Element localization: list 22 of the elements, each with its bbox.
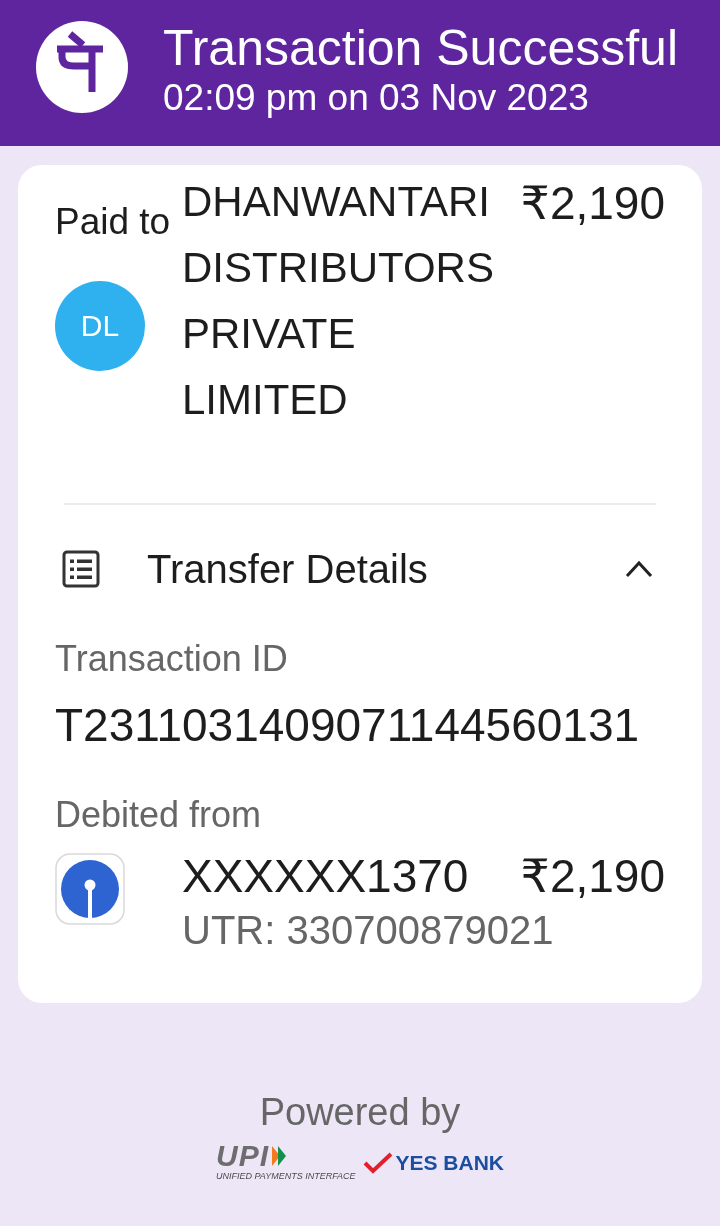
transaction-id: T2311031409071144560131 (55, 698, 641, 753)
chevron-up-icon[interactable] (625, 560, 653, 578)
transaction-time: 02:09 pm on 03 Nov 2023 (163, 76, 590, 120)
upi-wordmark: UPI (215, 1143, 269, 1169)
powered-by-label: Powered by (259, 1090, 461, 1135)
logo-icon (36, 21, 128, 113)
account-number: XXXXXX1370 (182, 849, 469, 904)
tick-icon (363, 1151, 394, 1174)
arrow-icon (271, 1145, 287, 1167)
amount: ₹2,190 (520, 849, 665, 904)
upi-tagline: UNIFIED PAYMENTS INTERFACE (215, 1171, 356, 1182)
document-list-icon (62, 550, 100, 588)
payee-name: DHANWANTARI DISTRIBUTORS PRIVATE LIMITED (182, 177, 495, 425)
field-label: Debited from (55, 793, 263, 837)
paid-to-label: Paid to (55, 200, 172, 244)
bank-name: YES BANK (395, 1149, 504, 1176)
utr-number: UTR: 330700879021 (182, 907, 555, 954)
section-title: Transfer Details (147, 546, 428, 593)
status-title: Transaction Successful (163, 20, 679, 76)
amount: ₹2,190 (520, 176, 665, 231)
field-label: Transaction ID (55, 637, 289, 681)
payee-avatar: DL (55, 281, 145, 371)
